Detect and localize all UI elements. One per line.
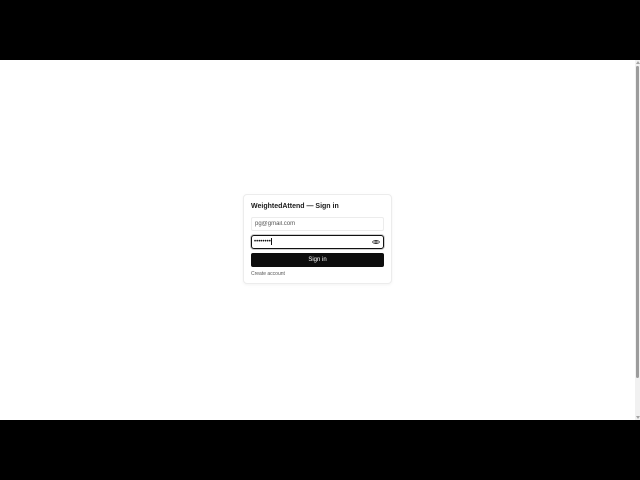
- scroll-down-arrow-icon[interactable]: [636, 416, 640, 419]
- letterbox-bottom: [0, 420, 640, 480]
- signin-card: WeightedAttend — Sign in •••••••• Sign i…: [243, 194, 392, 284]
- text-caret: [270, 237, 272, 245]
- vertical-scrollbar[interactable]: [635, 60, 640, 420]
- password-field[interactable]: ••••••••: [254, 237, 364, 247]
- email-field[interactable]: [251, 217, 384, 231]
- password-field-wrapper[interactable]: ••••••••: [251, 235, 384, 249]
- eye-icon[interactable]: [372, 238, 380, 246]
- letterbox-top: [0, 0, 640, 60]
- browser-viewport: WeightedAttend — Sign in •••••••• Sign i…: [0, 60, 640, 420]
- scrollbar-thumb[interactable]: [636, 66, 639, 378]
- scroll-up-arrow-icon[interactable]: [636, 61, 640, 64]
- page-title: WeightedAttend — Sign in: [251, 203, 339, 210]
- signin-button[interactable]: Sign in: [251, 253, 384, 267]
- password-masked-value: ••••••••: [254, 239, 271, 245]
- create-account-link[interactable]: Create account: [251, 271, 285, 277]
